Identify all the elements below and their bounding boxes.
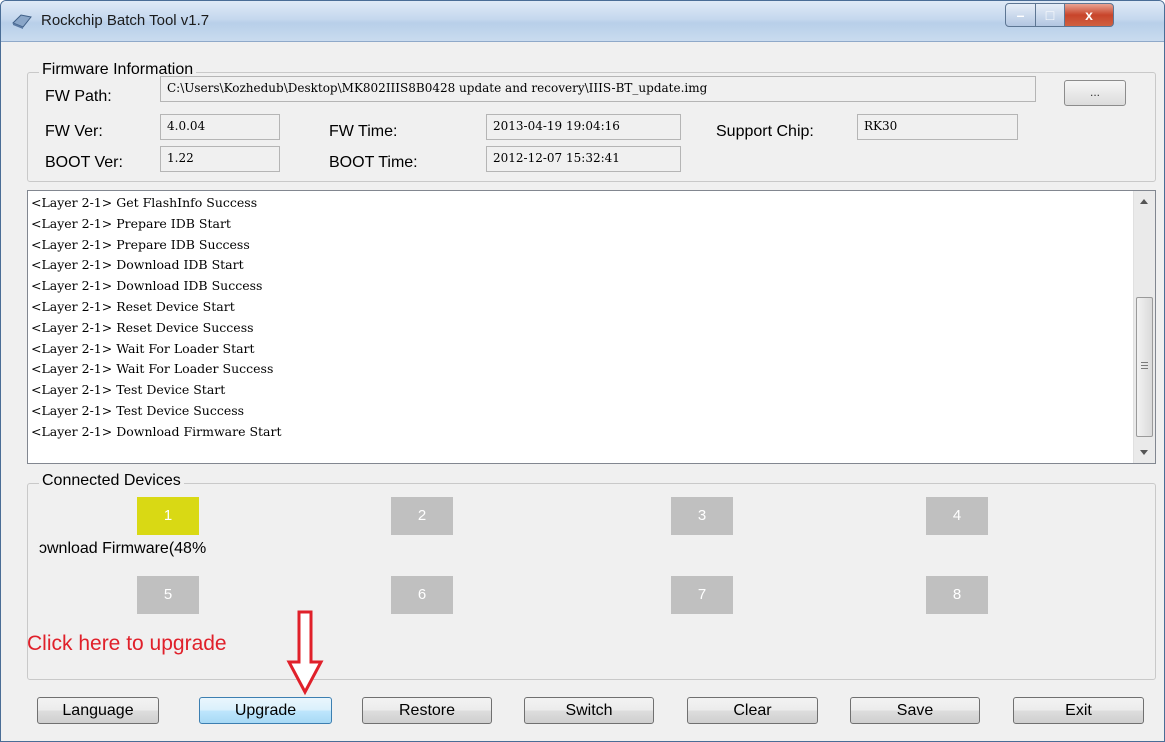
log-line: <Layer 2-1> Download IDB Success xyxy=(31,278,263,294)
browse-button[interactable]: ... xyxy=(1064,80,1126,106)
log-line: <Layer 2-1> Prepare IDB Success xyxy=(31,236,250,252)
fw-time-label: FW Time: xyxy=(329,123,398,140)
clear-button[interactable]: Clear xyxy=(687,697,818,724)
connected-devices-title: Connected Devices xyxy=(39,472,184,490)
device-slot-4[interactable]: 4 xyxy=(926,497,988,535)
scroll-thumb[interactable] xyxy=(1136,297,1153,437)
upgrade-button[interactable]: Upgrade xyxy=(199,697,332,724)
close-button[interactable]: x xyxy=(1064,3,1114,27)
boot-time-label: BOOT Time: xyxy=(329,154,418,171)
support-chip-field: RK30 xyxy=(857,114,1018,140)
fw-ver-label: FW Ver: xyxy=(45,123,103,140)
log-line: <Layer 2-1> Download IDB Start xyxy=(31,257,244,273)
log-lines: <Layer 2-1> Get FlashInfo Success <Layer… xyxy=(31,193,1131,443)
client-area: Firmware Information FW Path: C:\Users\K… xyxy=(7,42,1158,737)
fw-time-field: 2013-04-19 19:04:16 xyxy=(486,114,681,140)
log-line: <Layer 2-1> Reset Device Success xyxy=(31,319,254,335)
log-line: <Layer 2-1> Get FlashInfo Success xyxy=(31,195,258,210)
device-slot-2[interactable]: 2 xyxy=(391,497,453,535)
upgrade-hint-text: Click here to upgrade xyxy=(27,632,227,655)
log-scrollbar[interactable] xyxy=(1133,191,1155,463)
log-area[interactable]: <Layer 2-1> Get FlashInfo Success <Layer… xyxy=(27,190,1156,464)
log-line: <Layer 2-1> Prepare IDB Start xyxy=(31,215,231,231)
maximize-icon: □ xyxy=(1045,7,1055,23)
exit-button[interactable]: Exit xyxy=(1013,697,1144,724)
restore-button[interactable]: Restore xyxy=(362,697,492,724)
log-line: <Layer 2-1> Test Device Start xyxy=(31,382,226,398)
device-slot-7[interactable]: 7 xyxy=(671,576,733,614)
device-slot-6[interactable]: 6 xyxy=(391,576,453,614)
device-slot-1[interactable]: 1 xyxy=(137,497,199,535)
log-line: <Layer 2-1> Test Device Success xyxy=(31,402,245,418)
device-slot-3[interactable]: 3 xyxy=(671,497,733,535)
maximize-button[interactable]: □ xyxy=(1035,3,1065,27)
device-slot-5[interactable]: 5 xyxy=(137,576,199,614)
title-bar[interactable]: Rockchip Batch Tool v1.7 – □ x xyxy=(1,1,1164,42)
save-button[interactable]: Save xyxy=(850,697,980,724)
fw-path-field[interactable]: C:\Users\Kozhedub\Desktop\MK802IIIS8B042… xyxy=(160,76,1036,102)
log-line: <Layer 2-1> Download Firmware Start xyxy=(31,423,282,439)
boot-ver-label: BOOT Ver: xyxy=(45,154,123,171)
log-line: <Layer 2-1> Reset Device Start xyxy=(31,298,235,314)
language-button[interactable]: Language xyxy=(37,697,159,724)
boot-ver-field: 1.22 xyxy=(160,146,280,172)
grip-line-icon xyxy=(1141,362,1148,363)
device-1-status: ɔwnload Firmware(48% xyxy=(39,540,207,557)
down-arrow-icon xyxy=(286,610,324,696)
log-line: <Layer 2-1> Wait For Loader Success xyxy=(31,361,274,377)
app-window: Rockchip Batch Tool v1.7 – □ x Firmware … xyxy=(0,0,1165,742)
close-icon: x xyxy=(1085,7,1093,23)
device-slot-8[interactable]: 8 xyxy=(926,576,988,614)
grip-line-icon xyxy=(1141,365,1148,366)
support-chip-label: Support Chip: xyxy=(716,123,814,140)
log-line: <Layer 2-1> Wait For Loader Start xyxy=(31,340,255,356)
window-title: Rockchip Batch Tool v1.7 xyxy=(41,12,210,29)
switch-button[interactable]: Switch xyxy=(524,697,654,724)
scroll-up-arrow-icon[interactable] xyxy=(1140,199,1148,204)
grip-line-icon xyxy=(1141,368,1148,369)
scroll-down-arrow-icon[interactable] xyxy=(1140,450,1148,455)
fw-path-label: FW Path: xyxy=(45,88,112,105)
app-icon xyxy=(12,14,32,29)
boot-time-field: 2012-12-07 15:32:41 xyxy=(486,146,681,172)
minimize-button[interactable]: – xyxy=(1005,3,1036,27)
minimize-icon: – xyxy=(1016,7,1025,23)
fw-ver-field: 4.0.04 xyxy=(160,114,280,140)
